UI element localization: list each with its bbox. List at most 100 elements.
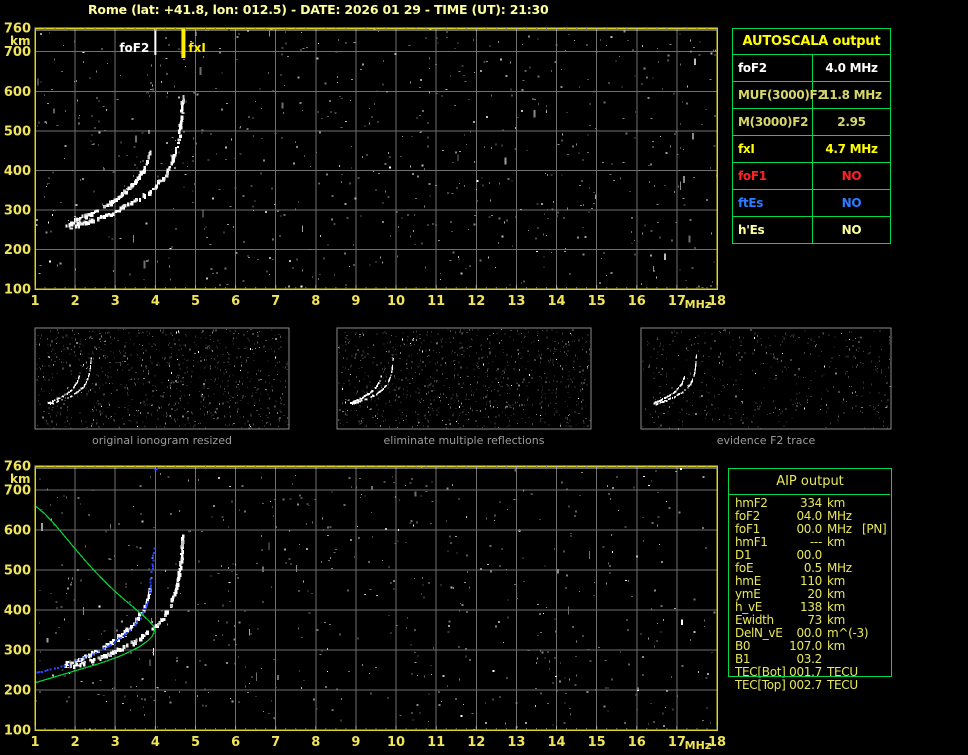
noise-dot (136, 546, 138, 548)
noise-dot (878, 417, 880, 419)
noise-dot (704, 342, 706, 344)
noise-dot (661, 88, 663, 90)
noise-dot (360, 360, 361, 361)
noise-dot (546, 208, 548, 210)
noise-dot (349, 99, 351, 101)
noise-dot (718, 362, 720, 365)
noise-dot (564, 49, 566, 52)
noise-dot (439, 392, 441, 395)
noise-dot (423, 425, 425, 427)
noise-dot (367, 346, 369, 348)
noise-dot (102, 399, 104, 401)
noise-dot (492, 360, 494, 362)
noise-dot (425, 365, 427, 367)
noise-dot (452, 251, 455, 254)
noise-dot (722, 364, 724, 366)
noise-dot (521, 403, 523, 406)
noise-dot (203, 413, 205, 416)
noise-dot (326, 526, 329, 529)
noise-dot (529, 66, 531, 69)
noise-dot (636, 506, 638, 508)
noise-dot (438, 352, 440, 354)
noise-dot (574, 515, 577, 517)
noise-dot (268, 28, 270, 37)
noise-dot (136, 421, 138, 424)
noise-dot (50, 592, 52, 594)
noise-dot (202, 406, 204, 408)
noise-dot (518, 353, 520, 356)
thumb-trace-dot (385, 384, 387, 387)
noise-dot (449, 337, 450, 339)
noise-dot (693, 631, 696, 634)
noise-dot (411, 354, 413, 356)
noise-dot (475, 364, 477, 366)
noise-dot (677, 695, 679, 697)
noise-dot (393, 588, 395, 590)
thumb-trace-dot (392, 357, 394, 360)
noise-dot (311, 592, 313, 594)
noise-dot (101, 412, 103, 415)
noise-dot (880, 371, 882, 374)
noise-dot (385, 402, 387, 405)
noise-dot (678, 511, 681, 514)
noise-dot (247, 338, 249, 339)
noise-dot (553, 380, 555, 382)
noise-dot (168, 363, 170, 365)
noise-dot (477, 381, 478, 384)
noise-dot (427, 122, 429, 125)
noise-dot (139, 658, 140, 660)
noise-dot (430, 523, 432, 525)
noise-dot (582, 419, 584, 422)
noise-dot (147, 92, 149, 94)
restored-trace-dot (149, 586, 152, 589)
noise-dot (417, 418, 419, 420)
noise-dot (69, 423, 71, 425)
noise-dot (704, 410, 706, 411)
noise-dot (68, 220, 70, 222)
noise-dot (667, 59, 669, 62)
noise-dot (248, 339, 250, 342)
noise-dot (535, 237, 537, 240)
noise-dot (477, 329, 479, 331)
noise-dot (131, 367, 133, 369)
noise-dot (651, 608, 653, 610)
echo-trace-dot (181, 550, 184, 555)
noise-dot (344, 252, 347, 255)
noise-dot (254, 348, 256, 349)
noise-dot (517, 388, 519, 390)
noise-dot (653, 378, 655, 380)
noise-dot (458, 382, 460, 385)
noise-dot (581, 400, 583, 403)
noise-dot (182, 362, 184, 364)
thumbnail-caption-eliminate: eliminate multiple reflections (383, 434, 545, 447)
noise-dot (437, 361, 438, 364)
noise-dot (750, 421, 752, 423)
noise-dot (114, 361, 116, 363)
noise-dot (644, 224, 646, 227)
noise-dot (83, 219, 86, 221)
noise-dot (878, 404, 880, 406)
noise-dot (270, 500, 272, 502)
noise-dot (699, 395, 701, 398)
noise-dot (589, 419, 591, 421)
noise-dot (338, 382, 340, 384)
noise-dot (462, 405, 464, 407)
noise-dot (330, 111, 332, 113)
noise-dot (742, 422, 744, 424)
noise-dot (659, 392, 661, 394)
noise-dot (64, 421, 66, 423)
noise-dot (354, 386, 356, 388)
noise-dot (167, 344, 169, 346)
noise-dot (677, 427, 679, 430)
noise-dot (647, 637, 649, 640)
noise-dot (480, 70, 482, 72)
noise-dot (669, 343, 671, 345)
noise-dot (296, 503, 299, 506)
noise-dot (619, 55, 621, 57)
noise-dot (140, 582, 142, 584)
noise-dot (267, 394, 269, 396)
noise-dot (454, 360, 456, 362)
noise-dot (491, 147, 493, 149)
noise-dot (473, 223, 476, 226)
noise-dot (383, 481, 386, 483)
